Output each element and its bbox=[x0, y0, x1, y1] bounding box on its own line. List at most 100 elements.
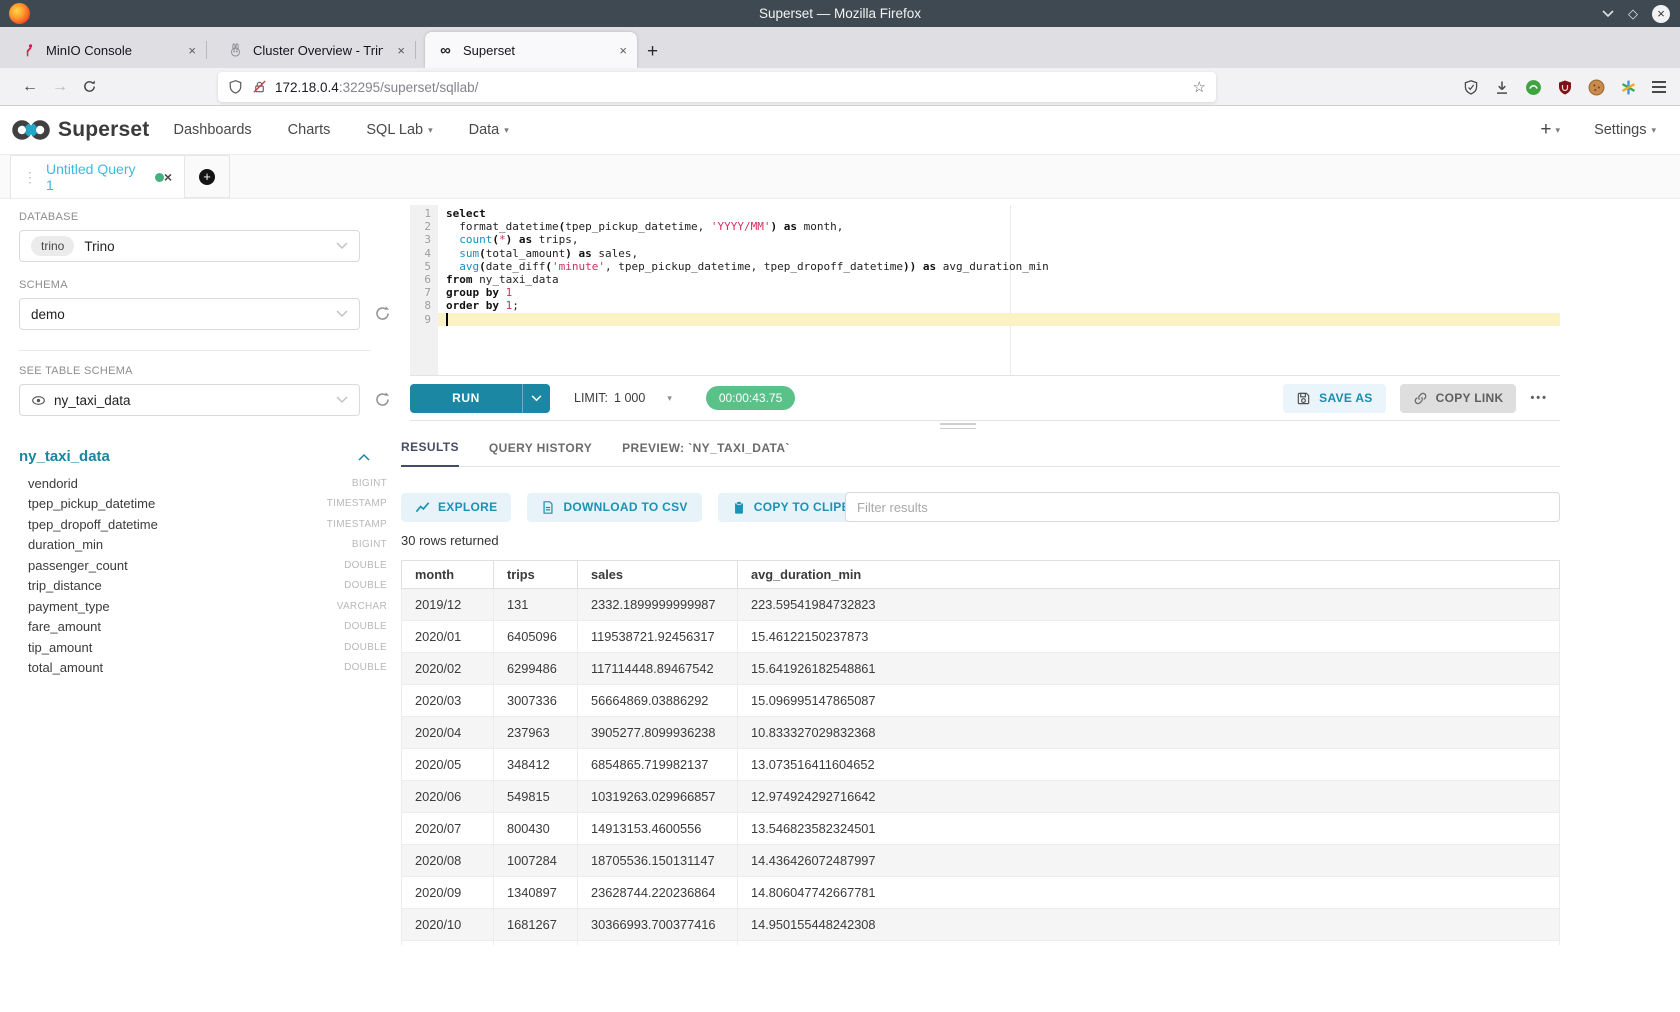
nav-data[interactable]: Data▾ bbox=[469, 122, 509, 138]
tab-close-icon[interactable]: × bbox=[397, 43, 405, 58]
chevron-down-icon: ▾ bbox=[1556, 125, 1561, 136]
column-header[interactable]: sales bbox=[578, 561, 738, 589]
tab-query-history[interactable]: QUERY HISTORY bbox=[489, 441, 592, 466]
column-header[interactable]: avg_duration_min bbox=[738, 561, 1560, 589]
superset-infinity-icon: ∞ bbox=[437, 42, 454, 59]
column-row[interactable]: tpep_pickup_datetimeTIMESTAMP bbox=[28, 494, 387, 515]
column-name: duration_min bbox=[28, 537, 103, 552]
forward-icon[interactable]: → bbox=[52, 78, 68, 96]
new-item-button[interactable]: +▾ bbox=[1540, 119, 1560, 141]
window-close-icon[interactable]: × bbox=[1652, 5, 1670, 23]
tab-close-icon[interactable]: × bbox=[619, 43, 627, 58]
column-row[interactable]: payment_typeVARCHAR bbox=[28, 596, 387, 617]
database-select[interactable]: trino Trino bbox=[19, 230, 360, 262]
table-cell: 56664869.03886292 bbox=[578, 685, 738, 717]
table-cell: 18705536.150131147 bbox=[578, 845, 738, 877]
limit-dropdown[interactable]: LIMIT: 1 000 ▾ bbox=[574, 391, 672, 405]
tab-close-icon[interactable]: × bbox=[188, 43, 196, 58]
close-icon[interactable]: × bbox=[164, 169, 172, 185]
chart-icon bbox=[415, 500, 430, 515]
shield-icon[interactable] bbox=[228, 79, 243, 95]
table-schema-header: ny_taxi_data bbox=[19, 448, 370, 465]
table-row: 2019/121312332.1899999999987223.59541984… bbox=[402, 589, 1560, 621]
run-button[interactable]: RUN bbox=[410, 384, 550, 413]
table-row: 2020/08100728418705536.15013114714.43642… bbox=[402, 845, 1560, 877]
table-row: 2020/026299486117114448.8946754215.64192… bbox=[402, 653, 1560, 685]
more-options-icon[interactable]: ••• bbox=[1530, 392, 1548, 404]
nav-dashboards[interactable]: Dashboards bbox=[173, 122, 251, 138]
copy-link-button[interactable]: COPY LINK bbox=[1400, 384, 1517, 413]
drag-handle-icon[interactable]: ⋮ bbox=[23, 169, 37, 186]
window-maximize-icon[interactable]: ◇ bbox=[1628, 7, 1638, 20]
column-header[interactable]: trips bbox=[494, 561, 578, 589]
table-name[interactable]: ny_taxi_data bbox=[19, 448, 110, 465]
new-tab-button[interactable]: + bbox=[647, 42, 658, 61]
refresh-table-icon[interactable] bbox=[374, 391, 392, 409]
window-minimize-icon[interactable] bbox=[1602, 10, 1614, 18]
url-bar[interactable]: 172.18.0.4:32295/superset/sqllab/ ☆ bbox=[218, 72, 1216, 102]
table-cell: 2020/11 bbox=[402, 941, 494, 946]
column-row[interactable]: passenger_countDOUBLE bbox=[28, 555, 387, 576]
schema-select[interactable]: demo bbox=[19, 298, 360, 330]
table-cell: 131 bbox=[494, 589, 578, 621]
pane-resize-handle[interactable] bbox=[940, 423, 976, 432]
nav-charts[interactable]: Charts bbox=[288, 122, 331, 138]
collapse-chevron-icon[interactable] bbox=[358, 453, 370, 461]
column-row[interactable]: vendoridBIGINT bbox=[28, 473, 387, 494]
extension-asterisk-icon[interactable] bbox=[1620, 79, 1637, 96]
column-type: DOUBLE bbox=[344, 642, 387, 653]
bookmark-star-icon[interactable]: ☆ bbox=[1193, 78, 1206, 96]
browser-tab-superset[interactable]: ∞ Superset × bbox=[425, 32, 637, 68]
cookie-icon[interactable] bbox=[1588, 79, 1605, 96]
back-icon[interactable]: ← bbox=[22, 78, 38, 96]
extension-green-icon[interactable] bbox=[1525, 79, 1542, 96]
browser-tab-minio[interactable]: MinIO Console × bbox=[8, 32, 206, 68]
table-cell: 2020/06 bbox=[402, 781, 494, 813]
reload-icon[interactable] bbox=[82, 79, 97, 94]
column-header[interactable]: month bbox=[402, 561, 494, 589]
column-row[interactable]: fare_amountDOUBLE bbox=[28, 617, 387, 638]
tab-preview[interactable]: PREVIEW: `NY_TAXI_DATA` bbox=[622, 441, 790, 466]
refresh-schema-icon[interactable] bbox=[374, 305, 392, 323]
code-line: order by 1; bbox=[438, 299, 1560, 312]
link-icon bbox=[1413, 391, 1428, 406]
ublock-shield-icon[interactable] bbox=[1557, 79, 1573, 96]
table-row: 2020/016405096119538721.9245631715.46122… bbox=[402, 621, 1560, 653]
editor-code[interactable]: select format_datetime(tpep_pickup_datet… bbox=[438, 205, 1560, 375]
url-text: 172.18.0.4:32295/superset/sqllab/ bbox=[275, 80, 1193, 95]
column-name: tip_amount bbox=[28, 640, 92, 655]
table-cell: 1007284 bbox=[494, 845, 578, 877]
download-csv-button[interactable]: DOWNLOAD TO CSV bbox=[527, 493, 701, 522]
column-row[interactable]: total_amountDOUBLE bbox=[28, 658, 387, 679]
column-row[interactable]: tip_amount DOUBLE bbox=[28, 637, 387, 658]
tab-separator bbox=[415, 41, 416, 59]
tab-results[interactable]: RESULTS bbox=[401, 440, 459, 467]
column-row[interactable]: tpep_dropoff_datetimeTIMESTAMP bbox=[28, 514, 387, 535]
browser-tab-trino[interactable]: Cluster Overview - Trino × bbox=[215, 32, 415, 68]
new-query-tab-button[interactable]: + bbox=[185, 155, 230, 198]
lock-insecure-icon[interactable] bbox=[252, 79, 267, 95]
nav-sql-lab[interactable]: SQL Lab▾ bbox=[366, 122, 432, 138]
column-row[interactable]: duration_minBIGINT bbox=[28, 535, 387, 556]
sql-editor[interactable]: 123456789 select format_datetime(tpep_pi… bbox=[410, 205, 1560, 375]
save-as-button[interactable]: SAVE AS bbox=[1283, 384, 1385, 413]
superset-logo[interactable]: Superset bbox=[10, 116, 149, 144]
chevron-down-icon: ▾ bbox=[1651, 125, 1656, 136]
table-cell: 1681267 bbox=[494, 909, 578, 941]
column-row[interactable]: trip_distanceDOUBLE bbox=[28, 576, 387, 597]
pocket-shield-icon[interactable] bbox=[1463, 79, 1479, 96]
results-table-container[interactable]: monthtripssalesavg_duration_min 2019/121… bbox=[401, 560, 1560, 945]
table-select[interactable]: ny_taxi_data bbox=[19, 384, 360, 416]
clipboard-icon bbox=[732, 500, 746, 515]
column-type: DOUBLE bbox=[344, 580, 387, 591]
filter-results-input[interactable] bbox=[845, 492, 1560, 522]
settings-menu[interactable]: Settings▾ bbox=[1594, 122, 1656, 138]
menu-hamburger-icon[interactable] bbox=[1652, 81, 1666, 93]
column-type: TIMESTAMP bbox=[327, 498, 387, 509]
run-dropdown-chevron-icon[interactable] bbox=[522, 384, 550, 413]
line-number: 9 bbox=[410, 313, 438, 326]
table-cell: 14.806047742667781 bbox=[738, 877, 1560, 909]
downloads-icon[interactable] bbox=[1494, 79, 1510, 96]
query-tab[interactable]: ⋮ Untitled Query 1 × bbox=[10, 155, 185, 198]
explore-button[interactable]: EXPLORE bbox=[401, 493, 511, 522]
